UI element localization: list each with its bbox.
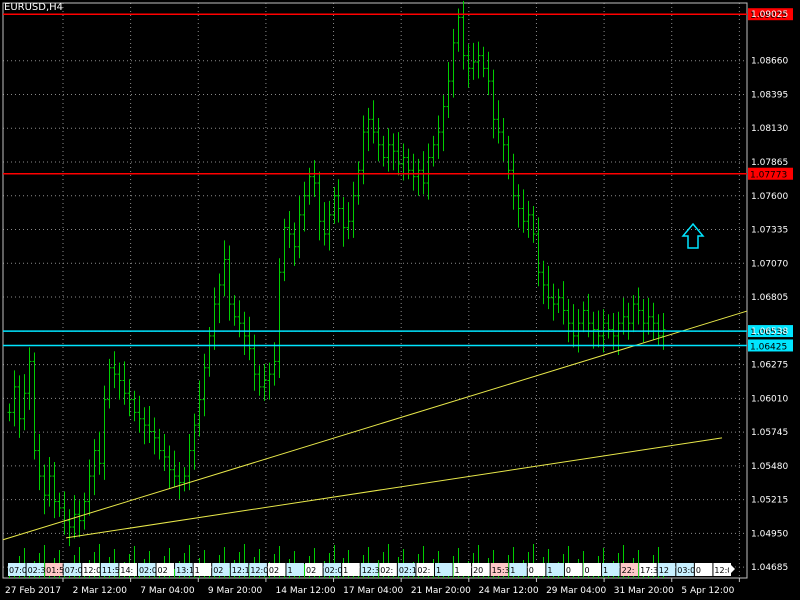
x-tick-label: 7 Mar 04:00: [140, 586, 195, 596]
y-tick-label: 1.07600: [751, 192, 788, 202]
time-strip-label: 13:1: [176, 566, 194, 575]
time-strip-label: 1: [195, 566, 200, 575]
y-tick-label: 1.06805: [751, 293, 788, 303]
x-tick-label: 31 Mar 20:00: [614, 586, 674, 596]
y-tick-label: 1.06275: [751, 361, 788, 371]
x-tick-label: 24 Mar 12:00: [478, 586, 538, 596]
time-strip-label: 1: [603, 566, 608, 575]
time-strip-label: 07:0: [9, 566, 27, 575]
x-tick-label: 17 Mar 04:00: [343, 586, 403, 596]
x-tick-label: 21 Mar 20:00: [411, 586, 471, 596]
y-tick-label: 1.05215: [751, 496, 788, 506]
time-strip-label: 02: [269, 566, 279, 575]
x-tick-label: 2 Mar 12:00: [73, 586, 128, 596]
y-tick-label: 1.04685: [751, 563, 788, 573]
y-tick-label: 1.08395: [751, 90, 788, 100]
time-strip-label: 17:3: [640, 566, 658, 575]
symbol-title: EURUSD,H4: [4, 2, 64, 13]
time-strip-label: 0: [566, 566, 571, 575]
time-strip-label: 1: [436, 566, 441, 575]
time-strip-label: 1: [343, 566, 348, 575]
time-strip-label: 02: [158, 566, 168, 575]
time-strip-label: 1: [547, 566, 552, 575]
y-tick-label: 1.06010: [751, 394, 788, 404]
y-tick-label: 1.05745: [751, 428, 788, 438]
x-tick-label: 5 Apr 12:00: [681, 586, 734, 596]
time-strip-label: 15:3: [492, 566, 510, 575]
time-strip-label: 12:3: [362, 566, 380, 575]
time-strip-label: 02: [213, 566, 223, 575]
time-strip-label: 22:: [622, 566, 635, 575]
time-strip-label: 02:0: [325, 566, 343, 575]
level-price-label: 1.07773: [750, 171, 787, 181]
time-strip-label: 12:0: [83, 566, 101, 575]
time-strip-label: 0: [696, 566, 701, 575]
time-strip-label: 0: [529, 566, 534, 575]
y-tick-label: 1.05480: [751, 462, 788, 472]
y-tick-label: 1.06538: [751, 327, 788, 337]
time-strip-label: 12: [659, 566, 669, 575]
y-tick-label: 1.07335: [751, 226, 788, 236]
time-strip-label: 02:: [417, 566, 430, 575]
y-tick-label: 1.07865: [751, 158, 788, 168]
x-tick-label: 29 Mar 04:00: [546, 586, 606, 596]
time-strip-label: 14:: [120, 566, 133, 575]
y-tick-label: 1.08660: [751, 57, 788, 67]
time-strip-label: 20: [473, 566, 483, 575]
time-strip-label: 12:00: [714, 566, 737, 575]
time-strip-label: 1: [287, 566, 292, 575]
x-tick-label: 14 Mar 12:00: [276, 586, 336, 596]
x-tick-label: 9 Mar 20:00: [208, 586, 263, 596]
y-tick-label: 1.08130: [751, 124, 788, 134]
time-strip-label: 02:: [380, 566, 393, 575]
up-arrow-icon: [681, 222, 705, 249]
chart-frame: [2, 2, 748, 579]
y-tick-label: 1.07070: [751, 259, 788, 269]
level-price-label: 1.06425: [750, 342, 787, 352]
time-strip-label: 02: [306, 566, 316, 575]
time-strip-label: 0: [584, 566, 589, 575]
time-strip-label: 02:1: [399, 566, 417, 575]
price-chart[interactable]: 1.090251.077731.065381.064251.090251.086…: [0, 0, 800, 600]
time-strip-label: 1: [455, 566, 460, 575]
time-strip-label: 12:1: [232, 566, 250, 575]
y-tick-label: 1.04950: [751, 529, 788, 539]
x-tick-label: 27 Feb 2017: [5, 586, 61, 596]
y-tick-label: 1.09025: [751, 10, 788, 20]
time-strip-label: 1: [510, 566, 515, 575]
